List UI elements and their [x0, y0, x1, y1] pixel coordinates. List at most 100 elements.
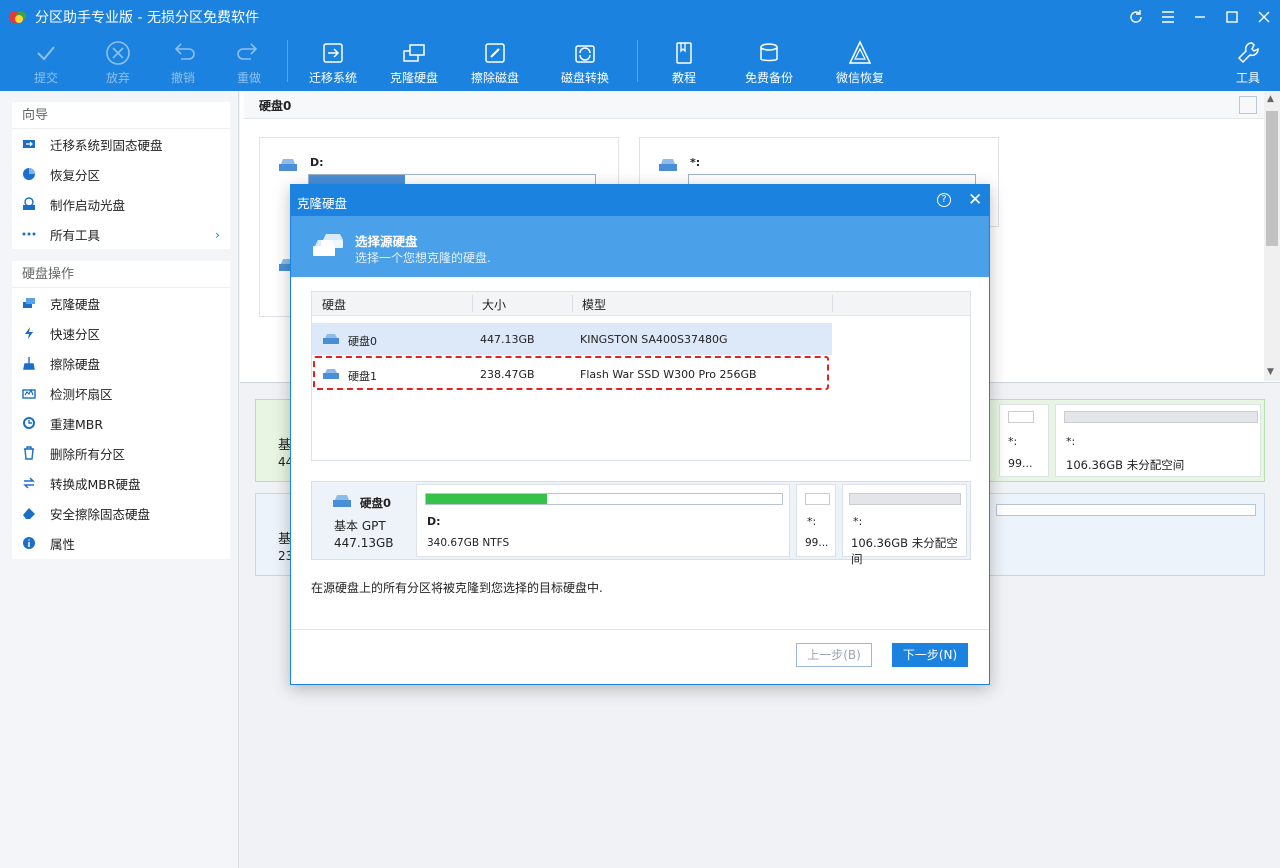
clone-disk-dialog: 克隆硬盘 ? ✕ 选择源硬盘 选择一个您想克隆的硬盘. 硬盘 大小 模型 硬盘0…: [290, 184, 990, 685]
scroll-up-icon[interactable]: ▲: [1267, 94, 1274, 104]
window-title: 分区助手专业版 - 无损分区免费软件: [35, 10, 259, 26]
previous-button[interactable]: 上一步(B): [796, 643, 872, 667]
clone-disk-button[interactable]: 克隆硬盘: [384, 34, 444, 91]
partition-star-1[interactable]: *: 99...: [796, 484, 836, 557]
menu-icon[interactable]: [1152, 0, 1184, 34]
footer-divider: [291, 629, 989, 630]
info-icon: [23, 537, 35, 549]
sidebar-item-boot-disc[interactable]: 制作启动光盘: [12, 189, 230, 219]
partition-d[interactable]: D: 340.67GB NTFS: [416, 484, 790, 557]
table-row-disk0[interactable]: 硬盘0 447.13GB KINGSTON SA400S37480G: [312, 323, 832, 355]
convert-disk-icon: [575, 45, 595, 63]
discard-button[interactable]: 放弃: [92, 34, 144, 91]
broom-icon: [23, 357, 35, 370]
wipe-disk-button[interactable]: 擦除磁盘: [465, 34, 525, 91]
source-disk-map: 硬盘0 基本 GPT 447.13GB D: 340.67GB NTFS *: …: [311, 481, 971, 566]
backup-icon: [760, 43, 778, 62]
migrate-icon: [23, 140, 35, 148]
table-header: 硬盘 大小 模型: [312, 292, 970, 316]
convert-icon: [23, 477, 35, 489]
disk-ops-section: 硬盘操作 克隆硬盘 快速分区 擦除硬盘 检测坏扇区 重建MBR 删除所有分区 转…: [12, 261, 230, 559]
dialog-title: 克隆硬盘: [297, 196, 348, 211]
disk-icon: [323, 334, 339, 344]
rebuild-icon: [23, 417, 35, 429]
column-header-disk[interactable]: 硬盘: [322, 296, 346, 313]
undo-button[interactable]: 撤销: [157, 34, 209, 91]
disk-header: 硬盘0: [244, 91, 1274, 119]
sidebar-item-secure-erase-ssd[interactable]: 安全擦除固态硬盘: [12, 498, 230, 528]
lightning-icon: [25, 327, 33, 339]
toolbar-separator: [287, 40, 288, 82]
usage-bar: [425, 493, 783, 505]
commit-button[interactable]: 提交: [20, 34, 72, 91]
disk-icon: [333, 495, 351, 507]
disk-icon: [659, 159, 677, 171]
dialog-title-bar: 克隆硬盘 ? ✕: [291, 185, 989, 216]
recovery-icon: [848, 40, 872, 64]
boot-disc-icon: [23, 197, 35, 210]
clone-icon: [23, 298, 35, 308]
tools-button[interactable]: 工具: [1230, 34, 1266, 91]
maximize-button[interactable]: [1216, 0, 1248, 34]
sidebar-item-wipe-disk[interactable]: 擦除硬盘: [12, 348, 230, 378]
disk-icon: [279, 159, 297, 171]
refresh-icon[interactable]: [1120, 0, 1152, 34]
check-icon: [37, 46, 55, 61]
partition-unallocated[interactable]: *: 106.36GB 未分配空间: [842, 484, 967, 566]
minimize-button[interactable]: [1184, 0, 1216, 34]
highlight-box: [313, 356, 829, 390]
sidebar-item-migrate-ssd[interactable]: 迁移系统到固态硬盘: [12, 129, 230, 159]
wipe-disk-icon: [485, 43, 505, 63]
scrollbar-thumb[interactable]: [1266, 111, 1278, 246]
wechat-recovery-button[interactable]: 微信恢复: [830, 34, 890, 91]
migrate-os-button[interactable]: 迁移系统: [303, 34, 363, 91]
close-button[interactable]: [1248, 0, 1280, 34]
clone-disk-icon: [403, 44, 425, 62]
cancel-icon: [106, 41, 130, 65]
chevron-right-icon: ›: [215, 227, 220, 242]
dialog-subheading: 选择一个您想克隆的硬盘.: [355, 251, 491, 265]
vertical-scrollbar[interactable]: ▲ ▼: [1264, 91, 1280, 381]
toolbar: 提交 放弃 撤销 重做 迁移系统 克隆硬盘 擦除磁盘 磁盘转换 教程 免费备份 …: [0, 34, 1280, 91]
sidebar-item-convert-mbr[interactable]: 转换成MBR硬盘: [12, 468, 230, 498]
sidebar-item-properties[interactable]: 属性: [12, 528, 230, 558]
book-icon: [676, 42, 692, 64]
help-icon[interactable]: ?: [937, 193, 951, 207]
sidebar-item-delete-all-partitions[interactable]: 删除所有分区: [12, 438, 230, 468]
view-toggle-icon[interactable]: [1239, 96, 1257, 114]
check-sector-icon: [22, 388, 36, 399]
sidebar-item-rebuild-mbr[interactable]: 重建MBR: [12, 408, 230, 438]
column-header-model[interactable]: 模型: [582, 296, 606, 313]
free-backup-button[interactable]: 免费备份: [739, 34, 799, 91]
eraser-icon: [23, 508, 35, 519]
scroll-down-icon[interactable]: ▼: [1267, 367, 1274, 377]
sidebar-item-all-tools[interactable]: 所有工具 ›: [12, 219, 230, 249]
toolbar-separator: [637, 40, 638, 82]
app-logo-icon: [9, 11, 26, 23]
dialog-banner: 选择源硬盘 选择一个您想克隆的硬盘.: [291, 216, 989, 277]
partition-box[interactable]: *: 99...: [999, 404, 1049, 477]
sidebar-item-check-bad-sectors[interactable]: 检测坏扇区: [12, 378, 230, 408]
left-panel: 向导 迁移系统到固态硬盘 恢复分区 制作启动光盘 所有工具 › 硬盘操作 克隆硬…: [0, 91, 239, 868]
tutorial-button[interactable]: 教程: [659, 34, 709, 91]
disk-ops-title: 硬盘操作: [12, 261, 230, 288]
column-header-size[interactable]: 大小: [482, 296, 506, 313]
sidebar-item-quick-partition[interactable]: 快速分区: [12, 318, 230, 348]
clone-disk-icon: [313, 234, 343, 256]
undo-icon: [174, 43, 195, 60]
wizard-section: 向导 迁移系统到固态硬盘 恢复分区 制作启动光盘 所有工具 ›: [12, 102, 230, 249]
dialog-heading: 选择源硬盘: [355, 234, 418, 249]
clone-note: 在源硬盘上的所有分区将被克隆到您选择的目标硬盘中.: [311, 581, 603, 595]
next-button[interactable]: 下一步(N): [892, 643, 968, 667]
pie-icon: [23, 168, 35, 180]
sidebar-item-recover-partition[interactable]: 恢复分区: [12, 159, 230, 189]
partition-bar: [996, 504, 1256, 516]
convert-disk-button[interactable]: 磁盘转换: [555, 34, 615, 91]
title-bar: 分区助手专业版 - 无损分区免费软件: [0, 0, 1280, 34]
redo-button[interactable]: 重做: [223, 34, 275, 91]
dialog-close-icon[interactable]: ✕: [968, 190, 982, 210]
sidebar-item-clone-disk[interactable]: 克隆硬盘: [12, 288, 230, 318]
unallocated-box[interactable]: *: 106.36GB 未分配空间: [1055, 404, 1261, 477]
migrate-disk-icon: [323, 43, 343, 63]
more-icon: [22, 232, 36, 236]
